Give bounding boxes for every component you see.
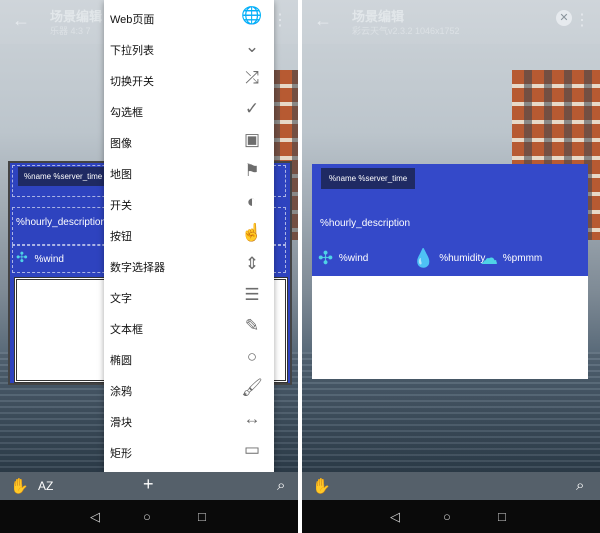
page-title: 场景编辑 [50,9,103,24]
page-subtitle: 彩云天气v2.3.2 1046x1752 [352,26,460,36]
menu-item-label: 文本框 [110,324,143,336]
menu-item[interactable]: 文字 ☰ [104,281,274,312]
zoom-icon[interactable]: ⌕ [277,477,285,494]
right-phone-screen: ← 场景编辑 彩云天气v2.3.2 1046x1752 ✕ ⋮ %name %s… [302,0,600,533]
zoom-icon[interactable]: ⌕ [576,477,584,494]
widget-white-panel [312,276,588,379]
menu-item-label: 开关 [110,200,132,212]
nav-back-icon[interactable]: ◁ [90,509,100,525]
image-icon: ▣ [243,130,261,149]
name-time-badge[interactable]: %name %server_time [321,168,416,189]
fan-icon: ✣ [16,249,28,265]
humidity-item[interactable]: 💧 %humidity [412,248,485,269]
menu-item-label: 涂鸦 [110,386,132,398]
more-vert-icon[interactable]: ⋮ [574,10,590,30]
more-vert-icon[interactable]: ⋮ [272,10,288,30]
nav-home-icon[interactable]: ○ [443,509,451,524]
menu-item-label: 数字选择器 [110,262,165,274]
hourly-description-text[interactable]: %hourly_description [320,218,410,229]
nav-recents-icon[interactable]: □ [498,509,506,524]
menu-item[interactable]: 按钮 ☝ [104,219,274,250]
left-phone-screen: ← 场景编辑 乐器 4:3 7 ⋮ %name %server_time %ho… [0,0,298,533]
name-time-badge[interactable]: %name %server_time [18,167,109,186]
chevron-down-icon: ⌄ [244,37,260,56]
menu-item[interactable]: 矩形 ▭ [104,436,274,467]
menu-item-label: 椭圆 [110,355,132,367]
unfold-icon: ⇕ [244,254,260,273]
menu-item-label: 切换开关 [110,76,154,88]
menu-item-label: 勾选框 [110,107,143,119]
add-icon[interactable]: + [143,474,154,495]
top-app-bar: ← 场景编辑 彩云天气v2.3.2 1046x1752 ✕ ⋮ [302,0,600,44]
weather-widget[interactable]: %name %server_time %hourly_description ✣… [312,164,588,276]
pm-item[interactable]: ☁ %pmmm [480,248,542,269]
android-nav-bar: ◁ ○ □ [0,500,298,533]
menu-item[interactable]: 地图 ⚑ [104,157,274,188]
page-title: 场景编辑 [352,9,405,24]
menu-item[interactable]: 椭圆 ○ [104,343,274,374]
bottom-toolbar: ✋ ⌕ [302,472,600,500]
check-icon: ✓ [244,99,260,118]
menu-item[interactable]: 文本框 ✎ [104,312,274,343]
nav-back-icon[interactable]: ◁ [390,509,400,525]
back-arrow-icon[interactable]: ← [314,10,332,31]
menu-item[interactable]: Web页面 🌐 [104,2,274,33]
menu-item-label: 滑块 [110,417,132,429]
text-lines-icon: ☰ [244,285,260,304]
menu-item[interactable]: 下拉列表 ⌄ [104,33,274,64]
wind-text: %wind [338,253,369,265]
back-arrow-icon[interactable]: ← [12,10,30,31]
menu-item[interactable]: 数字选择器 ⇕ [104,250,274,281]
hourly-description-text[interactable]: %hourly_description [16,217,106,228]
fan-icon: ✣ [318,248,334,268]
menu-item[interactable]: 图像 ▣ [104,126,274,157]
menu-item[interactable]: 勾选框 ✓ [104,95,274,126]
water-drop-icon: 💧 [412,248,435,268]
pencil-icon: ✎ [244,316,260,335]
menu-item-label: 地图 [110,169,132,181]
page-subtitle: 乐器 4:3 7 [50,26,91,36]
menu-item-label: 下拉列表 [110,45,154,57]
menu-item-label: 矩形 [110,448,132,460]
wind-item[interactable]: ✣ %wind [318,248,368,269]
humidity-text: %humidity [439,253,486,265]
flag-icon: ⚑ [244,161,260,180]
slider-icon: ↔ [243,409,261,428]
sort-az-icon[interactable]: AZ [38,479,53,493]
menu-item[interactable]: 切换开关 ⤮ [104,64,274,95]
brush-icon: 🖌 [241,378,263,397]
menu-item[interactable]: 滑块 ↔ [104,405,274,436]
menu-item-label: 文字 [110,293,132,305]
pm-text: %pmmm [502,253,543,265]
touch-icon: ☝ [241,223,263,242]
contrast-icon: ◐ [246,192,258,211]
menu-item[interactable]: 涂鸦 🖌 [104,374,274,405]
globe-icon: 🌐 [241,6,263,25]
circle-icon: ○ [246,347,258,366]
close-icon[interactable]: ✕ [556,10,572,26]
menu-item-label: Web页面 [110,14,155,26]
hand-icon[interactable]: ✋ [10,477,29,495]
cloud-icon: ☁ [480,248,498,268]
wind-item[interactable]: ✣ %wind [16,249,64,266]
nav-home-icon[interactable]: ○ [143,509,151,524]
menu-item-label: 按钮 [110,231,132,243]
android-nav-bar: ◁ ○ □ [302,500,600,533]
add-element-menu: Web页面 🌐 下拉列表 ⌄ 切换开关 ⤮ 勾选框 ✓ 图像 ▣ 地图 ⚑ 开关 ◐ 按钮 ☝ 数字选择器 ⇕ 文字… [104,0,274,472]
shuffle-icon: ⤮ [245,68,259,87]
nav-recents-icon[interactable]: □ [198,509,206,524]
rectangle-icon: ▭ [243,440,261,459]
menu-item-label: 图像 [110,138,132,150]
menu-item[interactable]: 开关 ◐ [104,188,274,219]
hand-icon[interactable]: ✋ [312,477,331,495]
bottom-toolbar: ✋ AZ + ⌕ [0,472,298,500]
wind-text: %wind [34,254,64,265]
